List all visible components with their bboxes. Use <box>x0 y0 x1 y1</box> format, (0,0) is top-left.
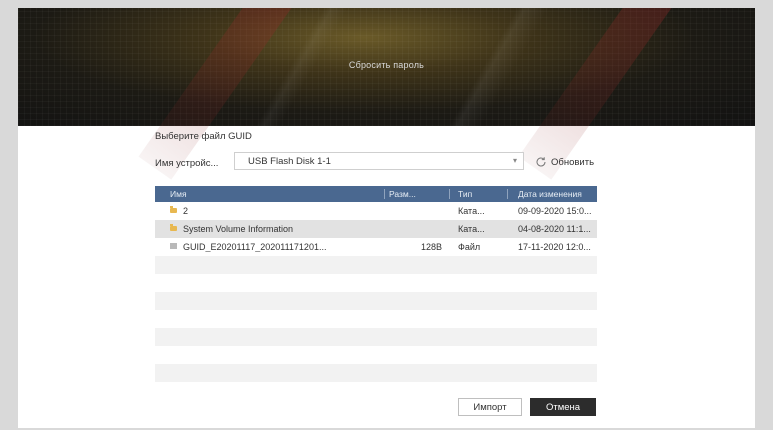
import-button[interactable]: Импорт <box>458 398 522 416</box>
cell-type: Ката... <box>458 224 485 234</box>
table-row[interactable]: System Volume Information Ката... 04-08-… <box>155 220 597 238</box>
table-row[interactable]: GUID_E20201117_202011171201... 128B Файл… <box>155 238 597 256</box>
column-header-name[interactable]: Имя <box>170 189 187 199</box>
cell-name: System Volume Information <box>183 224 294 234</box>
empty-row <box>155 292 597 310</box>
device-select-value: USB Flash Disk 1-1 <box>248 156 331 167</box>
empty-row <box>155 364 597 382</box>
refresh-button[interactable]: Обновить <box>535 155 594 169</box>
file-table: Имя Разм... Тип Дата изменения 2 Ката...… <box>155 186 597 400</box>
empty-row <box>155 256 597 274</box>
cell-modified: 09-09-2020 15:0... <box>518 206 592 216</box>
cell-type: Ката... <box>458 206 485 216</box>
column-divider[interactable] <box>507 189 508 199</box>
device-select[interactable]: USB Flash Disk 1-1 ▾ <box>234 152 524 170</box>
cell-name: 2 <box>183 206 189 216</box>
cell-size: 128B <box>420 242 442 252</box>
folder-icon <box>170 206 177 213</box>
empty-row <box>155 310 597 328</box>
empty-row <box>155 346 597 364</box>
column-divider[interactable] <box>449 189 450 199</box>
banner: Сбросить пароль <box>18 8 755 180</box>
column-divider[interactable] <box>384 189 385 199</box>
column-header-size[interactable]: Разм... <box>389 189 416 199</box>
folder-icon <box>170 224 177 231</box>
cell-type: Файл <box>458 242 481 252</box>
cell-modified: 17-11-2020 12:0... <box>518 242 591 252</box>
empty-row <box>155 274 597 292</box>
banner-title: Сбросить пароль <box>348 60 425 70</box>
table-row[interactable]: 2 Ката... 09-09-2020 15:0... <box>155 202 597 220</box>
column-header-type[interactable]: Тип <box>458 189 472 199</box>
device-label: Имя устройс... <box>155 158 219 169</box>
file-icon <box>170 243 177 249</box>
cancel-button[interactable]: Отмена <box>530 398 596 416</box>
chevron-down-icon: ▾ <box>512 156 517 165</box>
section-title: Выберите файл GUID <box>155 131 252 142</box>
refresh-label: Обновить <box>551 156 595 168</box>
column-header-modified[interactable]: Дата изменения <box>518 189 582 199</box>
table-header: Имя Разм... Тип Дата изменения <box>155 186 597 202</box>
cell-modified: 04-08-2020 11:1... <box>518 224 591 234</box>
empty-row <box>155 328 597 346</box>
cell-name: GUID_E20201117_202011171201... <box>183 242 327 252</box>
refresh-icon <box>536 157 546 167</box>
